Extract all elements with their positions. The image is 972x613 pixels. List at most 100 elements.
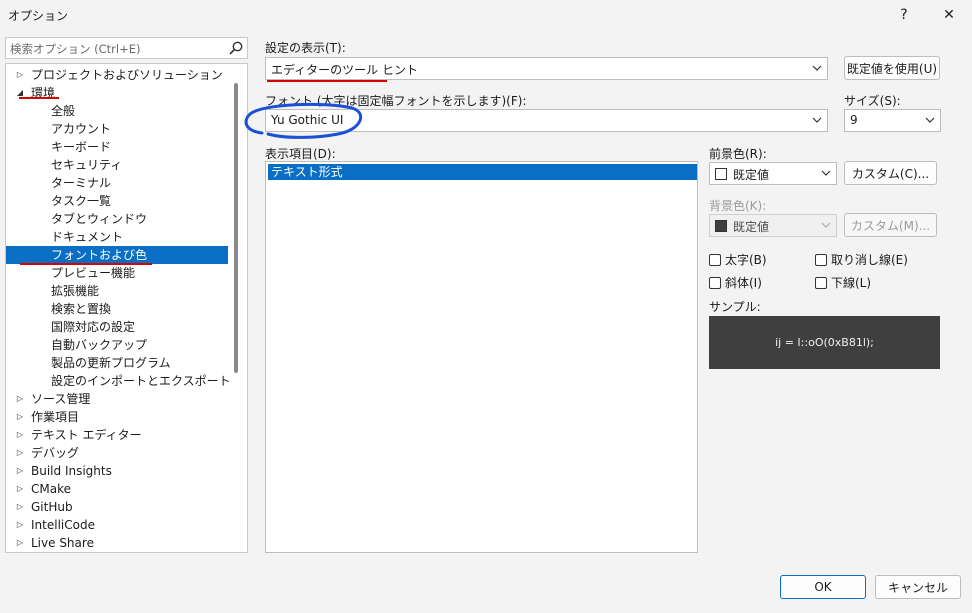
- tree-item[interactable]: ◢ 環境: [6, 84, 228, 102]
- size-label: サイズ(S):: [844, 94, 901, 108]
- tree-item[interactable]: ▷ GitHub: [6, 498, 228, 516]
- chevron-down-icon: [925, 117, 935, 123]
- list-item[interactable]: テキスト形式: [268, 164, 697, 180]
- background-custom-label: カスタム(M)...: [850, 218, 931, 233]
- collapsed-arrow-icon[interactable]: ▷: [15, 426, 25, 444]
- tree-item[interactable]: プレビュー機能: [6, 264, 228, 282]
- tree-item-label: ドキュメント: [51, 230, 124, 244]
- options-search-box[interactable]: 検索オプション (Ctrl+E): [5, 37, 248, 59]
- tree-item[interactable]: ▷ CMake: [6, 480, 228, 498]
- search-icon[interactable]: [228, 40, 244, 56]
- tree-item[interactable]: ターミナル: [6, 174, 228, 192]
- collapsed-arrow-icon[interactable]: ▷: [15, 66, 25, 84]
- collapsed-arrow-icon[interactable]: ▷: [15, 480, 25, 498]
- strikethrough-label: 取り消し線(E): [831, 253, 908, 267]
- tree-item-label: セキュリティ: [51, 158, 123, 172]
- tree-item-label: タブとウィンドウ: [51, 212, 148, 226]
- tree-item[interactable]: 全般: [6, 102, 228, 120]
- tree-item[interactable]: 設定のインポートとエクスポート: [6, 372, 231, 390]
- foreground-label: 前景色(R):: [709, 147, 767, 161]
- display-items-list[interactable]: テキスト形式: [265, 161, 698, 553]
- chevron-down-icon: [821, 170, 831, 176]
- tree-item[interactable]: 国際対応の設定: [6, 318, 228, 336]
- tree-scrollbar[interactable]: [234, 83, 238, 373]
- close-button[interactable]: ✕: [926, 0, 972, 30]
- cancel-label: キャンセル: [887, 580, 948, 595]
- collapsed-arrow-icon[interactable]: ▷: [15, 516, 25, 534]
- size-value: 9: [850, 113, 858, 127]
- tree-item[interactable]: タスク一覧: [6, 192, 228, 210]
- tree-item-label: GitHub: [31, 500, 73, 514]
- tree-item[interactable]: キーボード: [6, 138, 228, 156]
- strikethrough-checkbox[interactable]: 取り消し線(E): [815, 251, 908, 268]
- show-settings-for-label: 設定の表示(T):: [265, 41, 346, 55]
- ok-button[interactable]: OK: [780, 575, 866, 599]
- red-underline-annotation: [19, 97, 59, 99]
- tree-item[interactable]: タブとウィンドウ: [6, 210, 228, 228]
- tree-item-label: ターミナル: [51, 176, 112, 190]
- chevron-down-icon: [812, 117, 822, 123]
- tree-item[interactable]: セキュリティ: [6, 156, 228, 174]
- tree-item-label: キーボード: [51, 140, 112, 154]
- underline-checkbox[interactable]: 下線(L): [815, 274, 871, 291]
- cancel-button[interactable]: キャンセル: [875, 575, 961, 599]
- tree-item-label: テキスト エディター: [31, 428, 142, 442]
- use-defaults-label: 既定値を使用(U): [846, 61, 938, 76]
- background-swatch: [715, 220, 727, 232]
- tree-item[interactable]: ▷ 作業項目: [6, 408, 228, 426]
- tree-item[interactable]: ▷ Build Insights: [6, 462, 228, 480]
- italic-checkbox[interactable]: 斜体(I): [709, 274, 762, 291]
- tree-item[interactable]: フォントおよび色: [6, 246, 228, 264]
- tree-item-label: プレビュー機能: [51, 266, 136, 280]
- tree-item-label: 拡張機能: [51, 284, 100, 298]
- tree-item[interactable]: ▷ プロジェクトおよびソリューション: [6, 66, 228, 84]
- window-title: オプション: [8, 9, 69, 23]
- red-underline-annotation: [267, 80, 387, 82]
- tree-item-label: 環境: [31, 86, 56, 100]
- tree-item[interactable]: ▷ Live Share: [6, 534, 228, 552]
- foreground-combo[interactable]: 既定値: [709, 162, 837, 185]
- tree-item[interactable]: ドキュメント: [6, 228, 228, 246]
- tree-item[interactable]: ▷ テキスト エディター: [6, 426, 228, 444]
- chevron-down-icon: [821, 222, 831, 228]
- checkbox-box: [709, 253, 721, 266]
- show-settings-for-combo[interactable]: エディターのツール ヒント: [265, 57, 828, 80]
- collapsed-arrow-icon[interactable]: ▷: [15, 462, 25, 480]
- tree-item-label: 自動バックアップ: [51, 338, 148, 352]
- tree-item-label: タスク一覧: [51, 194, 112, 208]
- tree-item-label: アカウント: [51, 122, 112, 136]
- expanded-arrow-icon[interactable]: ◢: [15, 84, 25, 102]
- ok-label: OK: [814, 580, 832, 594]
- use-defaults-button[interactable]: 既定値を使用(U): [844, 56, 940, 80]
- bold-checkbox[interactable]: 太字(B): [709, 251, 767, 268]
- tree-item-label: 設定のインポートとエクスポート: [51, 374, 231, 388]
- background-label: 背景色(K):: [709, 199, 767, 213]
- tree-item[interactable]: アカウント: [6, 120, 228, 138]
- collapsed-arrow-icon[interactable]: ▷: [15, 444, 25, 462]
- red-underline-annotation: [20, 263, 152, 265]
- foreground-custom-button[interactable]: カスタム(C)...: [844, 161, 937, 185]
- tree-item-label: 全般: [51, 104, 76, 118]
- help-button[interactable]: ?: [881, 0, 927, 30]
- collapsed-arrow-icon[interactable]: ▷: [15, 408, 25, 426]
- tree-item[interactable]: 製品の更新プログラム: [6, 354, 228, 372]
- tree-item[interactable]: ▷ ソース管理: [6, 390, 228, 408]
- tree-item[interactable]: 自動バックアップ: [6, 336, 228, 354]
- collapsed-arrow-icon[interactable]: ▷: [15, 534, 25, 552]
- size-combo[interactable]: 9: [844, 109, 941, 132]
- background-custom-button[interactable]: カスタム(M)...: [844, 213, 937, 237]
- collapsed-arrow-icon[interactable]: ▷: [15, 498, 25, 516]
- sample-preview: ij = I::oO(0xB81l);: [709, 316, 940, 369]
- checkbox-box: [709, 276, 721, 289]
- tree-item[interactable]: 拡張機能: [6, 282, 228, 300]
- tree-item[interactable]: ▷ デバッグ: [6, 444, 228, 462]
- sample-label: サンプル:: [709, 300, 761, 314]
- tree-item[interactable]: 検索と置換: [6, 300, 228, 318]
- checkbox-box: [815, 276, 827, 289]
- underline-label: 下線(L): [831, 276, 872, 290]
- tree-item[interactable]: ▷ IntelliCode: [6, 516, 228, 534]
- background-combo[interactable]: 既定値: [709, 214, 837, 237]
- search-placeholder: 検索オプション (Ctrl+E): [10, 42, 141, 56]
- foreground-value: 既定値: [733, 168, 770, 182]
- collapsed-arrow-icon[interactable]: ▷: [15, 390, 25, 408]
